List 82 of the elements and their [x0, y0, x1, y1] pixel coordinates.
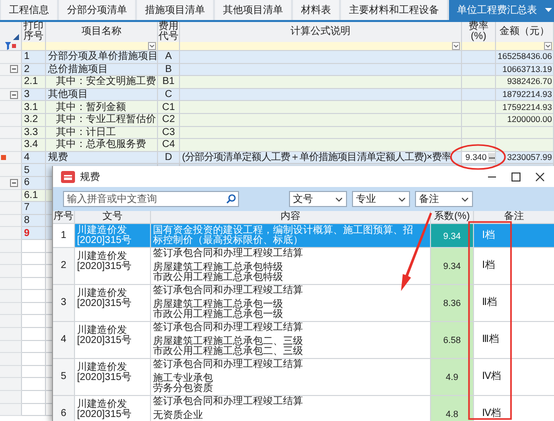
content-text: 房屋建筑工程施工总承包特级 [153, 263, 283, 273]
table-row[interactable]: 4 规费 D (分部分项清单定额人工费＋单价措施项目清单定额人工费)×费率 9.340 3230057.99 [22, 152, 554, 164]
tab[interactable]: 主要材料和工程设备 [341, 0, 447, 20]
table-row[interactable]: 3.4 其中：总承包服务费 C4 [22, 139, 554, 152]
dropdown-icon[interactable] [544, 42, 552, 50]
fee-row[interactable]: 4 川建造价发[2020]315号 签订承包合同和办理工程竣工结算 房屋建筑工程施工总承包二、三级 市政公用工程施工总承包二、三级 6.58 Ⅲ档 [53, 322, 554, 359]
content-text: 签订承包合同和办理工程竣工结算 [153, 397, 303, 407]
dots-icon [488, 156, 495, 159]
coefficient-value: 9.34 [431, 224, 474, 248]
coefficient-value: 4.8 [431, 396, 474, 421]
content-text: 市政公用工程施工总承包特级 [153, 273, 283, 283]
row-number: 5 [53, 359, 75, 396]
close-icon[interactable] [535, 172, 545, 182]
table-row[interactable]: 3.2 其中：专业工程暂估价 C2 1200000.00 [22, 114, 554, 127]
filter-cell[interactable] [158, 42, 180, 51]
filter-icon[interactable] [5, 42, 16, 50]
table-row[interactable]: 2.1 其中：安全文明施工费 B1 9382426.70 [22, 76, 554, 89]
collapse-icon[interactable] [10, 90, 18, 99]
coefficient-value: 9.34 [431, 248, 474, 285]
tab[interactable]: 其他项目清单 [215, 0, 291, 20]
filter-cell[interactable] [462, 42, 496, 51]
content-text: 签订承包合同和办理工程竣工结算 [153, 249, 303, 259]
content-text: 劳务分包资质 [153, 384, 213, 394]
filter-cell[interactable] [496, 42, 554, 51]
search-field[interactable]: 输入拼音或中文查询 [63, 191, 239, 207]
coefficient-value: 8.36 [431, 285, 474, 322]
tab[interactable]: 单位工程费汇总表 [449, 0, 554, 20]
content-text: 市政公用工程施工总承包一级 [153, 310, 283, 320]
content-text: 签订承包合同和办理工程竣工结算 [153, 323, 303, 333]
tab[interactable]: 材料表 [293, 0, 339, 20]
chevron-down-icon [461, 196, 469, 202]
content-text: 房屋建筑工程施工总承包一级 [153, 300, 283, 310]
table-row[interactable]: 3.1 其中：暂列金额 C1 17592214.93 [22, 101, 554, 114]
table-row[interactable]: 2 总价措施项目 B 10663713.19 [22, 64, 554, 76]
content-text: 国有资金投资的建设工程，编制设计概算、施工图预算、招标控制价（最高投标限价、标底） [153, 226, 414, 246]
row-number: 4 [53, 322, 75, 359]
fee-row[interactable]: 2 川建造价发[2020]315号 签订承包合同和办理工程竣工结算 房屋建筑工程施工总承包特级 市政公用工程施工总承包特级 9.34 Ⅰ档 [53, 248, 554, 285]
filter-dropdown[interactable]: 专业 [352, 191, 410, 207]
fee-row[interactable]: 5 川建造价发[2020]315号 签订承包合同和办理工程竣工结算 施工专业承包 劳务分包资质 4.9 Ⅳ档 [53, 359, 554, 396]
row-number: 6 [53, 396, 75, 421]
fee-row[interactable]: 6 川建造价发[2020]315号 签订承包合同和办理工程竣工结算 无资质企业 4.8 Ⅳ档 [53, 396, 554, 421]
collapse-icon[interactable] [10, 178, 18, 187]
document-number: 川建造价发[2020]315号 [75, 396, 151, 421]
content-text: 房屋建筑工程施工总承包二、三级 [153, 337, 303, 347]
rate-field[interactable]: 9.340 [462, 152, 495, 164]
maximize-icon[interactable] [511, 172, 521, 182]
highlight-ellipse [450, 144, 506, 170]
row-number: 3 [53, 285, 75, 322]
dropdown-icon[interactable] [452, 42, 460, 50]
fee-row[interactable]: 1 川建造价发[2020]315号 国有资金投资的建设工程，编制设计概算、施工图预算、招标控制价（最高投标限价、标底） 9.34 Ⅰ档 [53, 224, 554, 248]
caret-icon [545, 8, 552, 12]
note-text: Ⅳ档 [474, 396, 554, 421]
tab[interactable]: 分部分项清单 [59, 0, 135, 20]
app-icon [61, 170, 75, 182]
filter-dropdown[interactable]: 备注 [415, 191, 473, 207]
filter-cell[interactable] [180, 42, 462, 51]
filter-dropdown[interactable]: 文号 [289, 191, 347, 207]
dropdown-icon[interactable] [148, 42, 156, 50]
table-row[interactable]: 1 分部分项及单价措施项目 A 165258436.06 [22, 51, 554, 64]
dialog-title: 规费 [80, 170, 100, 184]
row-number: 2 [53, 248, 75, 285]
coefficient-value: 4.9 [431, 359, 474, 396]
search-icon[interactable] [226, 194, 236, 204]
filter-cell[interactable] [46, 42, 158, 51]
chevron-down-icon [335, 196, 343, 202]
table-row[interactable]: 3.3 其中：计日工 C3 [22, 126, 554, 140]
content-text: 无资质企业 [153, 411, 203, 421]
content-text: 签订承包合同和办理工程竣工结算 [153, 286, 303, 296]
ellipsis-button[interactable] [488, 153, 495, 162]
tab[interactable]: 措施项目清单 [137, 0, 213, 20]
content-text: 签订承包合同和办理工程竣工结算 [153, 360, 303, 370]
content-text: 市政公用工程施工总承包二、三级 [153, 347, 303, 357]
row-number: 1 [53, 224, 75, 248]
table-row[interactable]: 3 其他项目 C 18792214.93 [22, 88, 554, 102]
filter-cell[interactable] [22, 42, 46, 51]
tab[interactable]: 工程信息 [1, 0, 57, 20]
collapse-icon[interactable] [10, 65, 18, 74]
coefficient-value: 6.58 [431, 322, 474, 359]
chevron-down-icon [398, 196, 406, 202]
fee-row[interactable]: 3 川建造价发[2020]315号 签订承包合同和办理工程竣工结算 房屋建筑工程施工总承包一级 市政公用工程施工总承包一级 8.36 Ⅱ档 [53, 285, 554, 322]
content-text: 施工专业承包 [153, 374, 213, 384]
corner-triangle-icon [13, 34, 19, 40]
